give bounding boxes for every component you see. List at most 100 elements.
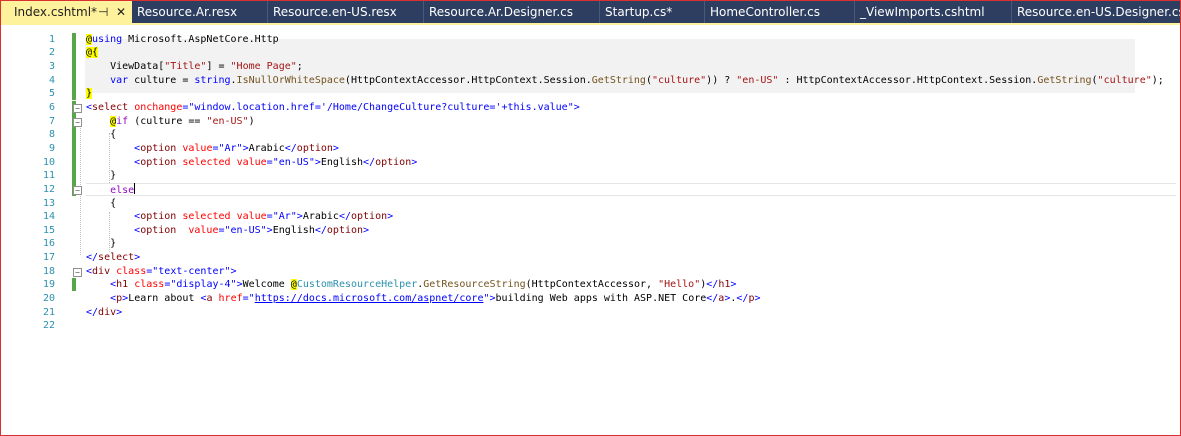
tag-name: select (92, 102, 129, 113)
collapse-icon[interactable]: − (73, 118, 82, 127)
code-line-8: { (86, 128, 116, 141)
code-token: ViewData[ (110, 61, 165, 72)
tag-name: option (351, 211, 388, 222)
line-number: 2 (48, 47, 55, 58)
line-number: 4 (48, 75, 55, 86)
tag-bracket: </ (706, 293, 719, 304)
tag-bracket: </ (338, 211, 351, 222)
tag-name: option (375, 157, 412, 168)
line-number: 17 (42, 252, 55, 263)
tag-name: option (140, 143, 177, 154)
method-name: IsNullOrWhiteSpace (236, 75, 345, 86)
line-number: 19 (42, 279, 55, 290)
tab-index-cshtml[interactable]: Index.cshtml* ⊣ ✕ (1, 1, 132, 23)
tab-viewimports-cshtml[interactable]: _ViewImports.cshtml (854, 1, 1011, 23)
code-line-12: else (86, 183, 136, 196)
tag-bracket: > (230, 266, 237, 277)
code-line-10: <option selected value="en-US">English</… (86, 156, 417, 169)
change-marker (72, 278, 76, 291)
attribute-name: onchange (134, 102, 183, 113)
tag-bracket: > (573, 102, 580, 113)
tag-bracket: > (387, 211, 394, 222)
code-token: culture = (128, 75, 195, 86)
method-name: GetString (591, 75, 646, 86)
tab-label: Resource.en-US.resx (273, 5, 397, 19)
code-line-16: } (86, 237, 116, 250)
code-token: ); (1151, 75, 1164, 86)
line-number: 18 (42, 266, 55, 277)
tag-bracket: </ (284, 143, 297, 154)
current-line-highlight (86, 183, 1176, 196)
url-link[interactable]: https://docs.microsoft.com/aspnet/core (255, 293, 484, 304)
line-number-gutter: 1 2 3 4 5 6 7 8 9 10 11 12 13 14 15 16 1… (1, 25, 71, 435)
change-marker (72, 101, 76, 196)
text-caret (134, 183, 136, 194)
code-line-19: <h1 class="display-4">Welcome @CustomRes… (86, 278, 736, 291)
tab-resource-ar-resx[interactable]: Resource.Ar.resx (132, 1, 267, 23)
tab-resource-en-us-resx[interactable]: Resource.en-US.resx (267, 1, 423, 23)
tag-name: h1 (718, 279, 731, 290)
line-number: 21 (42, 307, 55, 318)
option-text: Arabic (302, 211, 339, 222)
attribute-value: .value" (531, 102, 574, 113)
tag-name: option (140, 157, 177, 168)
string-literal: "en-US" (206, 116, 249, 127)
code-line-15: <option value="en-US">English</option> (86, 224, 369, 237)
tab-startup-cs[interactable]: Startup.cs* (599, 1, 704, 23)
tag-name: option (326, 225, 364, 236)
tag-bracket: </ (86, 252, 99, 263)
tag-bracket: </ (314, 225, 327, 236)
keyword-this: this (507, 102, 532, 113)
attribute-value: "display-4" (170, 279, 237, 290)
code-editor[interactable]: 1 2 3 4 5 6 7 8 9 10 11 12 13 14 15 16 1… (1, 25, 1180, 435)
code-line-14: <option selected value="Ar">Arabic</opti… (86, 210, 393, 223)
tag-name: option (296, 143, 333, 154)
tab-resource-ar-designer-cs[interactable]: Resource.Ar.Designer.cs (423, 1, 599, 23)
code-token: : HttpContextAccessor.HttpContext.Sessio… (778, 75, 1038, 86)
tab-label: HomeController.cs (710, 5, 821, 19)
attribute-name: value (188, 225, 219, 236)
line-number: 15 (42, 225, 55, 236)
code-line-7: @if (culture == "en-US") (86, 115, 255, 128)
code-token: { (110, 198, 117, 209)
code-line-1: @using Microsoft.AspNetCore.Http (86, 33, 279, 46)
option-text: Arabic (248, 143, 285, 154)
tab-label: Resource.Ar.Designer.cs (429, 5, 574, 19)
line-number: 9 (48, 143, 55, 154)
method-name: GetResourceString (423, 279, 526, 290)
pin-icon[interactable]: ⊣ (98, 1, 108, 23)
type-name: CustomResourceHelper (296, 279, 418, 290)
line-number: 8 (48, 129, 55, 140)
line-number: 16 (42, 238, 55, 249)
code-token: { (110, 129, 117, 140)
collapse-icon[interactable]: − (73, 104, 82, 113)
attribute-name: selected (182, 211, 231, 222)
tag-bracket: > (754, 293, 761, 304)
tab-homecontroller-cs[interactable]: HomeController.cs (704, 1, 854, 23)
code-line-5: } (86, 87, 93, 100)
line-number: 12 (42, 184, 55, 195)
line-number: 22 (42, 320, 55, 331)
code-line-13: { (86, 197, 116, 210)
tag-bracket: </ (706, 279, 719, 290)
code-token: } (110, 170, 117, 181)
code-line-4: var culture = string.IsNullOrWhiteSpace(… (86, 74, 1164, 87)
keyword-else: else (110, 185, 135, 196)
line-number: 10 (42, 157, 55, 168)
code-line-11: } (86, 169, 116, 182)
attribute-value: "Ar" (272, 211, 297, 222)
heading-text: Welcome (242, 279, 291, 290)
collapse-icon[interactable]: − (73, 186, 82, 195)
close-icon[interactable]: ✕ (116, 1, 126, 23)
tab-label: _ViewImports.cshtml (860, 5, 985, 19)
document-tab-bar: Index.cshtml* ⊣ ✕ Resource.Ar.resx Resou… (1, 1, 1180, 23)
tab-resource-en-us-designer-cs[interactable]: Resource.en-US.Designer.cs (1011, 1, 1180, 23)
tab-label: Resource.en-US.Designer.cs (1017, 5, 1180, 19)
collapse-icon[interactable]: − (73, 268, 82, 277)
line-number: 13 (42, 198, 55, 209)
option-text: English (272, 225, 315, 236)
tag-name: div (92, 266, 111, 277)
code-line-9: <option value="Ar">Arabic</option> (86, 142, 339, 155)
tag-name: select (98, 252, 135, 263)
